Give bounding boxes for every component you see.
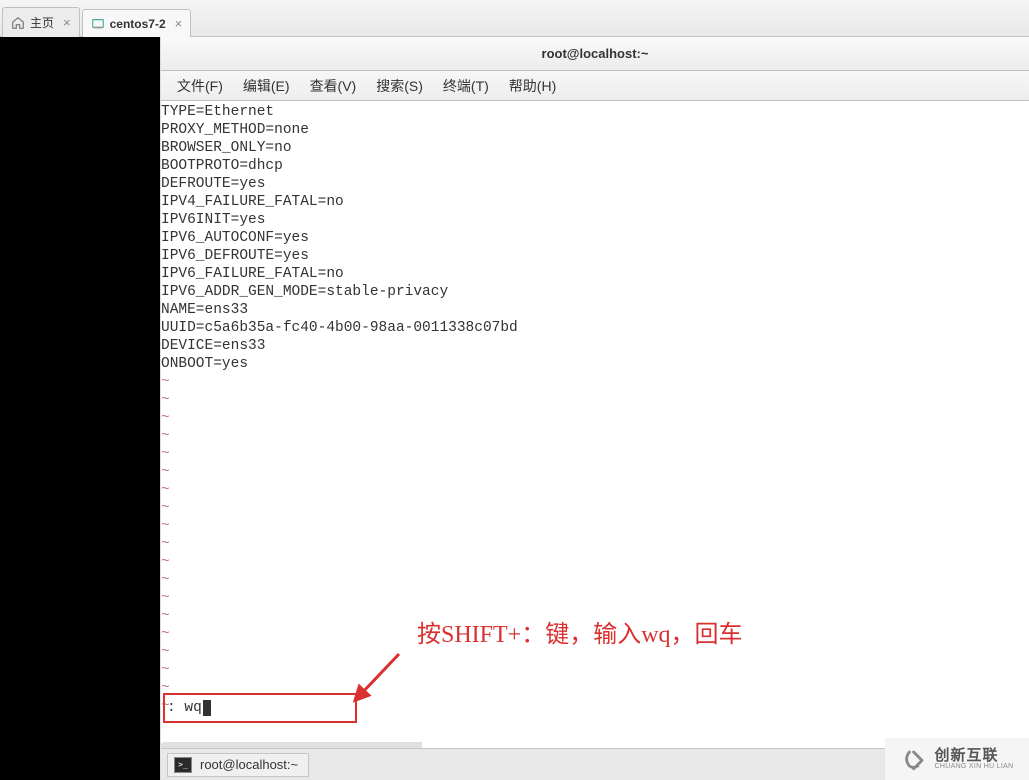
watermark: 创新互联 CHUANG XIN HU LIAN	[885, 738, 1029, 780]
annotation-text: 按SHIFT+：键，输入wq，回车	[417, 626, 743, 644]
menu-terminal[interactable]: 终端(T)	[433, 72, 499, 100]
menu-edit[interactable]: 编辑(E)	[233, 72, 300, 100]
tab-label: centos7-2	[110, 17, 166, 31]
menu-file[interactable]: 文件(F)	[167, 72, 233, 100]
taskbar-terminal[interactable]: >_ root@localhost:~	[167, 753, 309, 777]
cursor	[203, 700, 211, 716]
vm-icon	[91, 17, 105, 31]
tabs-bar: 主页 × centos7-2 ×	[0, 0, 1029, 37]
taskbar-label: root@localhost:~	[200, 757, 298, 772]
menubar: 文件(F) 编辑(E) 查看(V) 搜索(S) 终端(T) 帮助(H)	[161, 71, 1029, 101]
command-line[interactable]: : wq	[163, 693, 357, 723]
command-input: wq	[184, 699, 201, 717]
watermark-logo-icon	[901, 745, 929, 773]
window-title: root@localhost:~	[161, 37, 1029, 71]
taskbar: >_ root@localhost:~ 创新互联 CHUANG XIN HU L…	[161, 748, 1029, 780]
terminal-icon: >_	[174, 757, 192, 773]
arrow-icon	[351, 646, 411, 706]
title-text: root@localhost:~	[542, 46, 649, 61]
sidebar-panel	[0, 37, 160, 780]
menu-search[interactable]: 搜索(S)	[366, 72, 433, 100]
close-icon[interactable]: ×	[59, 15, 75, 30]
watermark-cn: 创新互联	[935, 748, 1014, 763]
shadow	[161, 742, 422, 748]
tab-centos[interactable]: centos7-2 ×	[82, 9, 192, 37]
tab-home[interactable]: 主页 ×	[2, 7, 80, 37]
command-prefix: :	[167, 699, 176, 717]
watermark-en: CHUANG XIN HU LIAN	[935, 763, 1014, 770]
terminal-body[interactable]: TYPE=EthernetPROXY_METHOD=noneBROWSER_ON…	[161, 101, 1029, 748]
close-icon[interactable]: ×	[171, 16, 187, 31]
menu-view[interactable]: 查看(V)	[300, 72, 367, 100]
tab-label: 主页	[30, 14, 54, 31]
home-icon	[11, 16, 25, 30]
menu-help[interactable]: 帮助(H)	[499, 72, 566, 100]
